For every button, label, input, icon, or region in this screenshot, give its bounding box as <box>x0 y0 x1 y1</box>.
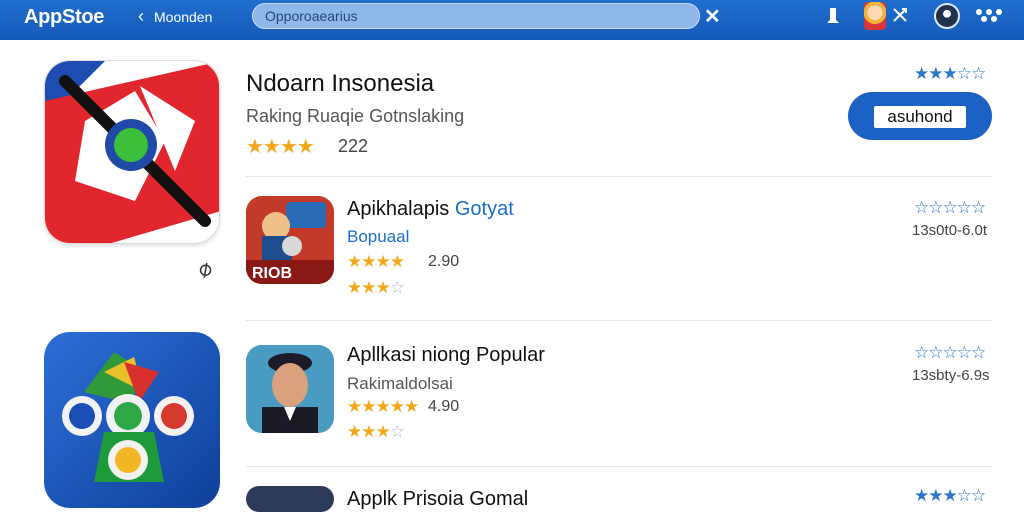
app-icon-row3[interactable] <box>246 486 334 512</box>
featured-subtitle: Raking Ruaqie Gotnslaking <box>246 106 465 126</box>
row2-right-stars: ☆☆☆☆☆ <box>914 343 986 362</box>
get-button-label: asuhond <box>874 106 966 128</box>
row2-right-value: 13sbty-6.9s <box>912 367 990 384</box>
poster-text: RIOB <box>252 265 292 282</box>
app-icon-row1[interactable]: RIOB <box>246 196 334 284</box>
row2-title[interactable]: Apllkasi niong Popular <box>347 344 545 367</box>
search-input[interactable]: Opporoaearius <box>252 3 700 29</box>
divider <box>246 466 992 467</box>
featured-title[interactable]: Ndoarn Insonesia <box>246 70 434 98</box>
row1-right-stars: ☆☆☆☆☆ <box>914 198 986 217</box>
chevron-left-icon[interactable]: ‹ <box>138 6 144 27</box>
featured-app-icon[interactable] <box>44 60 220 244</box>
row3-right-stars: ★★★☆☆ <box>914 486 986 505</box>
row1-stars-secondary: ★★★☆ <box>347 278 405 298</box>
featured-top-stars: ★★★☆☆ <box>914 64 986 83</box>
row2-stars2-empty: ☆ <box>389 422 405 441</box>
settings-icon[interactable] <box>974 6 1004 27</box>
featured-rating-stars: ★★★★ <box>246 136 315 158</box>
row1-stars: ★★★★ <box>347 252 405 271</box>
row1-title[interactable]: Apikhalapis Gotyat <box>347 198 514 221</box>
game-app-icon[interactable] <box>44 332 220 508</box>
paperclip-icon: ⌀ <box>191 254 217 283</box>
app-name[interactable]: AppStoe <box>24 6 104 29</box>
row1-stars2-filled: ★★★ <box>347 278 391 297</box>
row2-stars-secondary: ★★★☆ <box>347 422 405 442</box>
row1-right-value: 13s0t0-6.0t <box>912 222 988 239</box>
row1-title-accent: Gotyat <box>454 198 514 220</box>
divider <box>246 176 992 177</box>
shuffle-icon[interactable] <box>892 6 908 29</box>
row2-value: 4.90 <box>428 398 460 415</box>
divider <box>246 320 992 321</box>
row3-title[interactable]: Applk Prisoia Gomal <box>347 488 528 511</box>
close-icon[interactable]: ✕ <box>704 4 721 29</box>
row1-value: 2.90 <box>428 253 460 270</box>
avatar[interactable] <box>864 2 886 30</box>
row1-subtitle: Bopuaal <box>347 227 410 246</box>
row2-subtitle: Rakimaldolsai <box>347 374 453 393</box>
app-icon-row2[interactable] <box>246 345 334 433</box>
search-value: Opporoaearius <box>265 8 358 24</box>
row2-stars: ★★★★★ <box>347 397 419 416</box>
row1-stars2-empty: ☆ <box>389 278 405 297</box>
featured-rating-count: 222 <box>338 136 369 156</box>
row2-stars2-filled: ★★★ <box>347 422 391 441</box>
bell-icon[interactable] <box>826 6 840 31</box>
top-bar: AppStoe ‹ Moonden Opporoaearius ✕ <box>0 0 1024 40</box>
row1-title-text: Apikhalapis <box>347 198 450 220</box>
profile-avatar[interactable] <box>934 3 960 29</box>
back-button-label[interactable]: Moonden <box>154 9 212 25</box>
get-button[interactable]: asuhond <box>848 92 992 140</box>
